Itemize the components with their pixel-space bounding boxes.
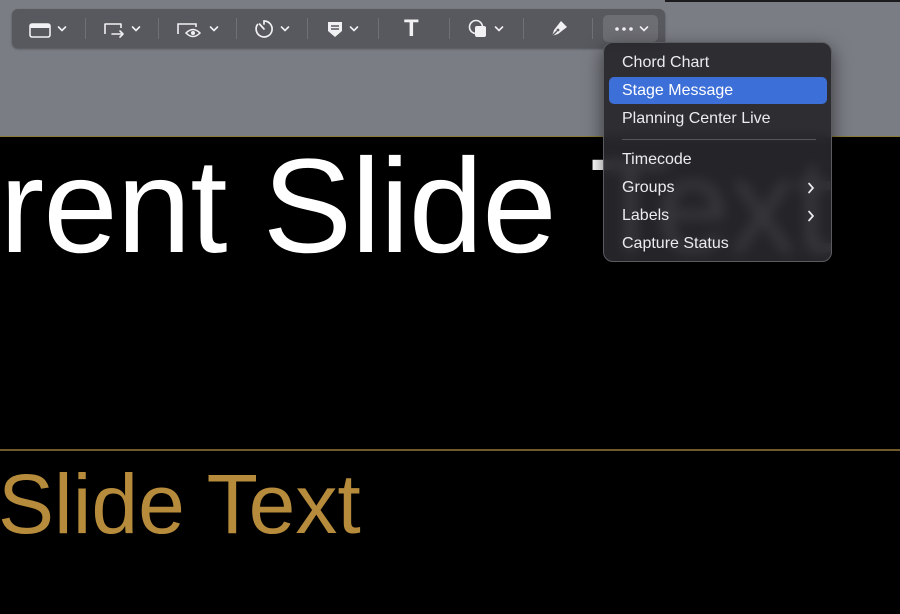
toolbar-separator [592,18,593,39]
chevron-right-icon [807,202,815,229]
chevron-down-icon [131,25,141,32]
screen-swap-icon [104,22,124,38]
menu-item-label: Stage Message [622,82,734,99]
more-icon [615,26,633,31]
menu-separator [622,139,816,140]
menu-item-label: Planning Center Live [622,110,771,127]
timer-icon [255,19,273,38]
menu-item-label: Labels [622,207,670,224]
chevron-right-icon [807,174,815,201]
text-tool-icon: T [404,14,419,42]
menu-item-label: Timecode [622,151,692,168]
toolbar-separator [449,18,450,39]
chevron-down-icon [57,25,67,32]
menu-item-labels[interactable]: Labels [609,202,827,229]
timer-button[interactable] [253,9,290,48]
text-tool-button[interactable]: T [404,9,419,48]
screen-swap-button[interactable] [102,9,141,48]
slide-divider [0,449,900,451]
screen-layout-icon [29,22,51,38]
menu-item-planning-center-live[interactable]: Planning Center Live [609,105,827,132]
menu-item-timecode[interactable]: Timecode [609,146,827,173]
menu-item-chord-chart[interactable]: Chord Chart [609,49,827,76]
marker-icon [328,21,342,37]
menu-item-label: Groups [622,179,675,196]
menu-item-label: Capture Status [622,235,729,252]
more-options-menu: Chord Chart Stage Message Planning Cente… [603,42,832,262]
stage-editor-toolbar: T [12,9,665,48]
toolbar-separator [307,18,308,39]
pen-tool-icon [551,20,567,36]
preview-button[interactable] [176,9,219,48]
toolbar-separator [523,18,524,39]
preview-eye-icon [177,22,202,37]
chevron-down-icon [280,25,290,32]
toolbar-separator [85,18,86,39]
chevron-down-icon [494,25,504,32]
toolbar-separator [378,18,379,39]
menu-item-label: Chord Chart [622,54,710,71]
menu-item-groups[interactable]: Groups [609,174,827,201]
chevron-down-icon [639,25,649,32]
menu-item-capture-status[interactable]: Capture Status [609,230,827,257]
toolbar-separator [158,18,159,39]
marker-button[interactable] [326,9,359,48]
more-options-button[interactable] [603,15,658,42]
next-slide-text[interactable]: Slide Text [0,462,361,546]
menu-item-stage-message[interactable]: Stage Message [609,77,827,104]
chevron-down-icon [349,25,359,32]
toolbar-separator [236,18,237,39]
shapes-icon [468,19,486,37]
shapes-button[interactable] [467,9,504,48]
screen-layout-button[interactable] [28,9,67,48]
chevron-down-icon [209,25,219,32]
window-edge [665,0,900,2]
pen-tool-button[interactable] [548,9,570,48]
